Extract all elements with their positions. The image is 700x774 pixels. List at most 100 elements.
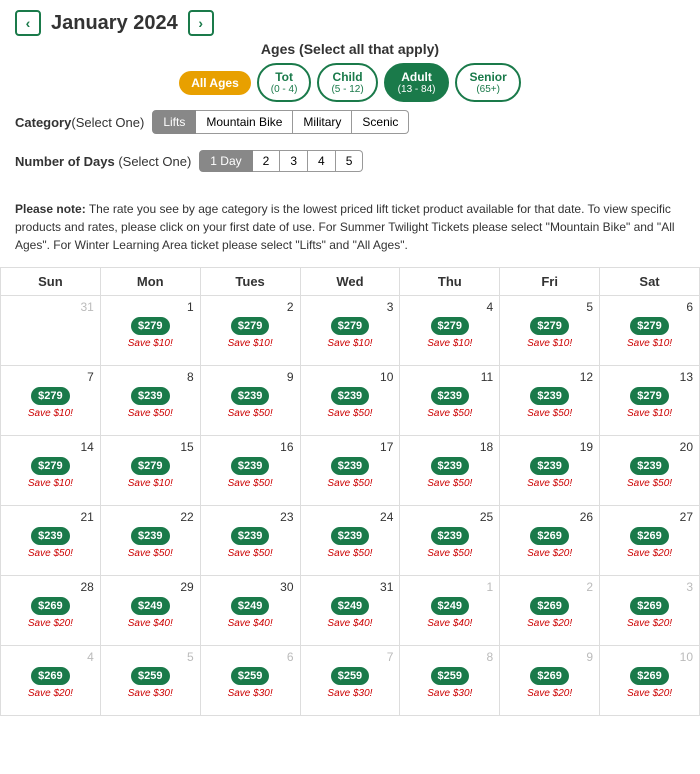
table-row: 15$279Save $10! [100,436,200,506]
price-badge[interactable]: $269 [530,597,568,615]
table-row: 1$279Save $10! [100,296,200,366]
table-row: 21$239Save $50! [1,506,101,576]
price-badge[interactable]: $259 [431,667,469,685]
price-badge[interactable]: $239 [431,527,469,545]
price-badge[interactable]: $269 [31,667,69,685]
table-row: 8$239Save $50! [100,366,200,436]
price-badge[interactable]: $239 [331,527,369,545]
price-badge[interactable]: $269 [630,597,668,615]
col-sat: Sat [600,268,700,296]
save-text: Save $50! [128,548,173,559]
table-row: 19$239Save $50! [500,436,600,506]
price-badge[interactable]: $249 [231,597,269,615]
date-number: 1 [403,579,496,595]
price-badge[interactable]: $259 [231,667,269,685]
date-number: 29 [104,579,197,595]
price-badge[interactable]: $239 [530,457,568,475]
day-3-button[interactable]: 3 [280,150,308,172]
age-adult-button[interactable]: Adult(13 - 84) [384,63,450,102]
price-badge[interactable]: $239 [530,387,568,405]
price-badge[interactable]: $239 [431,387,469,405]
cell-content: $269 Save $20! [603,595,696,629]
save-text: Save $50! [228,408,273,419]
price-badge[interactable]: $239 [231,457,269,475]
price-badge[interactable]: $239 [331,387,369,405]
category-scenic-button[interactable]: Scenic [352,110,409,134]
save-text: Save $10! [128,338,173,349]
price-badge[interactable]: $239 [231,527,269,545]
date-number: 9 [204,369,297,385]
price-badge[interactable]: $239 [231,387,269,405]
cell-content: $279Save $10! [4,455,97,489]
day-5-button[interactable]: 5 [336,150,364,172]
price-badge[interactable]: $239 [131,387,169,405]
price-badge[interactable]: $269 [630,667,668,685]
calendar-table: Sun Mon Tues Wed Thu Fri Sat 311$279Save… [0,267,700,716]
category-military-button[interactable]: Military [293,110,352,134]
next-month-button[interactable]: › [188,10,214,36]
save-text: Save $20! [627,618,672,629]
price-badge[interactable]: $269 [31,597,69,615]
price-badge[interactable]: $239 [31,527,69,545]
table-row: 20$239Save $50! [600,436,700,506]
cell-content: $279Save $10! [204,315,297,349]
save-text: Save $20! [527,688,572,699]
price-badge[interactable]: $259 [131,667,169,685]
age-tot-button[interactable]: Tot(0 - 4) [257,63,312,102]
date-number: 14 [4,439,97,455]
price-badge[interactable]: $239 [630,457,668,475]
day-2-button[interactable]: 2 [253,150,281,172]
price-badge[interactable]: $279 [31,457,69,475]
price-badge[interactable]: $279 [630,317,668,335]
table-row: 11$239Save $50! [400,366,500,436]
price-badge[interactable]: $249 [431,597,469,615]
category-lifts-button[interactable]: Lifts [152,110,196,134]
category-mountain-bike-button[interactable]: Mountain Bike [196,110,293,134]
cell-content: $239Save $50! [403,385,496,419]
cell-content: $259Save $30! [204,665,297,699]
age-all-ages-button[interactable]: All Ages [179,71,251,95]
age-senior-button[interactable]: Senior(65+) [455,63,520,102]
table-row: 1$249Save $40! [400,576,500,646]
price-badge[interactable]: $269 [630,527,668,545]
price-badge[interactable]: $269 [530,667,568,685]
age-child-button[interactable]: Child(5 - 12) [317,63,377,102]
price-badge[interactable]: $239 [331,457,369,475]
price-badge[interactable]: $279 [331,317,369,335]
date-number: 7 [304,649,397,665]
date-number: 8 [403,649,496,665]
category-label: Category(Select One) [15,115,144,130]
price-badge[interactable]: $249 [131,597,169,615]
cell-content: $279Save $10! [603,315,696,349]
table-row: 14$279Save $10! [1,436,101,506]
date-number: 25 [403,509,496,525]
save-text: Save $30! [427,688,472,699]
day-1-button[interactable]: 1 Day [199,150,252,172]
date-number: 31 [304,579,397,595]
price-badge[interactable]: $279 [231,317,269,335]
col-tues: Tues [200,268,300,296]
date-number: 20 [603,439,696,455]
price-badge[interactable]: $279 [31,387,69,405]
save-text: Save $50! [327,478,372,489]
price-badge[interactable]: $279 [131,317,169,335]
cell-content: $239Save $50! [603,455,696,489]
table-row: 8 $259 Save $30! [400,646,500,716]
price-badge[interactable]: $259 [331,667,369,685]
price-badge[interactable]: $279 [431,317,469,335]
cell-content: $259Save $30! [304,665,397,699]
save-text: Save $50! [527,478,572,489]
price-badge[interactable]: $239 [431,457,469,475]
price-badge[interactable]: $279 [530,317,568,335]
price-badge[interactable]: $249 [331,597,369,615]
price-badge[interactable]: $269 [530,527,568,545]
save-text: Save $50! [427,478,472,489]
cell-content: $279Save $10! [403,315,496,349]
price-badge[interactable]: $279 [131,457,169,475]
price-badge[interactable]: $279 [630,387,668,405]
price-badge[interactable]: $239 [131,527,169,545]
table-row: 2$279Save $10! [200,296,300,366]
controls-section: Ages (Select all that apply) All Ages To… [0,41,700,192]
prev-month-button[interactable]: ‹ [15,10,41,36]
day-4-button[interactable]: 4 [308,150,336,172]
